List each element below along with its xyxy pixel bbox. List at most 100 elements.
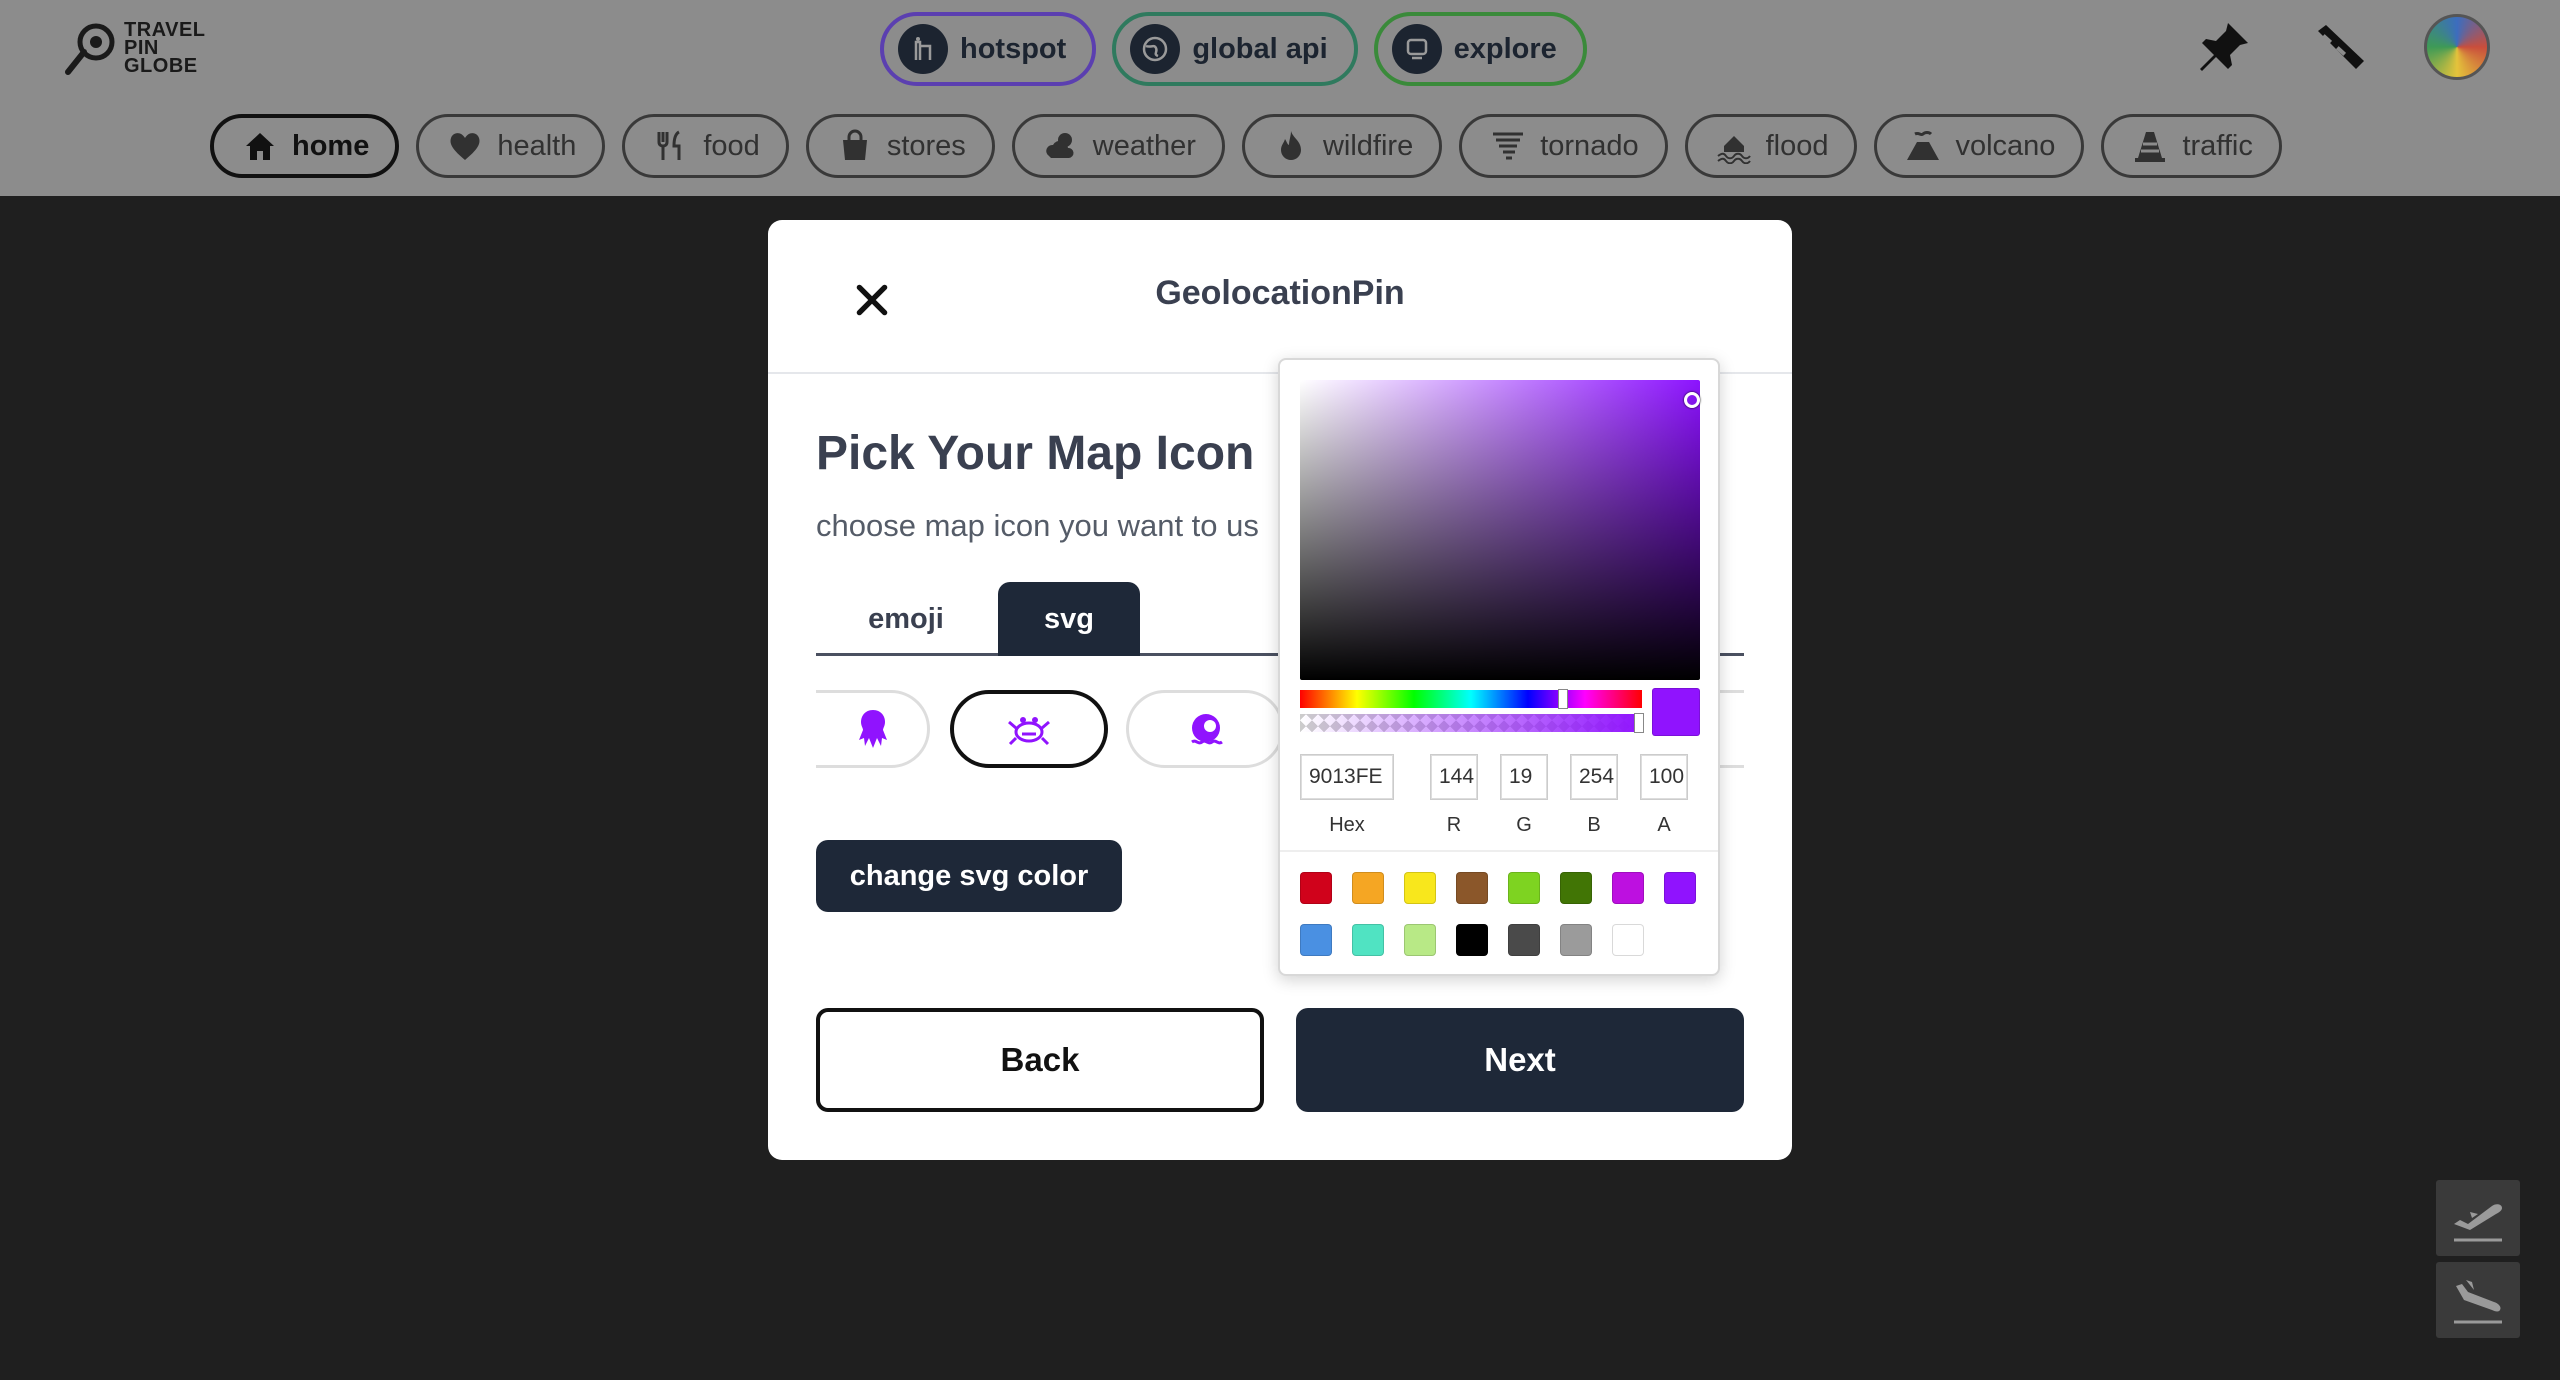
sea-creature-icon: [1191, 714, 1223, 745]
category-label: food: [703, 129, 760, 162]
explore-label: explore: [1453, 32, 1557, 65]
telescope-button[interactable]: [2308, 15, 2372, 79]
hotspot-label: hotspot: [960, 32, 1067, 65]
color-fields: 9013FE Hex 144 R 19 G 254 B 100 A: [1300, 754, 1700, 837]
b-field: 254 B: [1570, 754, 1618, 837]
saturation-handle[interactable]: [1684, 392, 1700, 408]
departure-button[interactable]: [2436, 1180, 2520, 1256]
category-label: weather: [1092, 129, 1196, 162]
telescope-icon: [2318, 25, 2364, 69]
r-field: 144 R: [1430, 754, 1478, 837]
preset-swatch[interactable]: [1508, 924, 1540, 956]
category-volcano[interactable]: volcano: [1874, 114, 2085, 178]
a-input[interactable]: 100: [1640, 754, 1688, 800]
global-api-button[interactable]: global api: [1112, 12, 1358, 86]
tab-emoji[interactable]: emoji: [816, 582, 996, 656]
change-svg-color-button[interactable]: change svg color: [816, 840, 1122, 912]
preset-swatch[interactable]: [1404, 924, 1436, 956]
volcano-icon: [1907, 131, 1940, 160]
r-input[interactable]: 144: [1430, 754, 1478, 800]
preset-swatch[interactable]: [1508, 872, 1540, 904]
category-stores[interactable]: stores: [805, 114, 995, 178]
hue-slider[interactable]: [1300, 689, 1642, 709]
svg-option-crab[interactable]: [950, 690, 1108, 768]
category-food[interactable]: food: [622, 114, 789, 178]
alpha-slider[interactable]: [1300, 713, 1644, 733]
category-label: volcano: [1955, 129, 2056, 162]
tornado-icon: [1493, 132, 1524, 160]
pin-button[interactable]: [2192, 15, 2256, 79]
category-tornado[interactable]: tornado: [1459, 114, 1668, 178]
global-api-label: global api: [1192, 32, 1328, 65]
logo-text: TRAVEL PIN GLOBE: [124, 20, 206, 77]
top-nav: hotspot global api explore: [880, 12, 1587, 86]
logo-line: GLOBE: [124, 55, 198, 77]
user-avatar[interactable]: [2424, 14, 2490, 80]
top-header: TRAVEL PIN GLOBE hotspot global api expl…: [0, 0, 2560, 196]
tab-svg[interactable]: svg: [998, 582, 1140, 656]
hex-input[interactable]: 9013FE: [1300, 754, 1394, 800]
category-label: home: [292, 129, 370, 162]
preset-swatch[interactable]: [1300, 924, 1332, 956]
saturation-area[interactable]: [1300, 380, 1700, 680]
category-wildfire[interactable]: wildfire: [1241, 114, 1443, 178]
category-health[interactable]: health: [416, 114, 606, 178]
hue-handle[interactable]: [1558, 689, 1568, 709]
fire-icon: [1280, 131, 1301, 160]
current-color-swatch: [1652, 688, 1700, 736]
preset-swatch[interactable]: [1560, 872, 1592, 904]
preset-swatch[interactable]: [1612, 924, 1644, 956]
header-actions: [2192, 14, 2490, 80]
back-button[interactable]: Back: [816, 1008, 1264, 1112]
category-label: wildfire: [1322, 129, 1414, 162]
hex-field: 9013FE Hex: [1300, 754, 1394, 837]
g-label: G: [1516, 814, 1532, 836]
category-label: stores: [886, 129, 966, 162]
a-label: A: [1657, 814, 1671, 836]
svg-option-creature[interactable]: [1126, 690, 1284, 768]
preset-swatch[interactable]: [1612, 872, 1644, 904]
octopus-icon: [859, 710, 887, 748]
g-input[interactable]: 19: [1500, 754, 1548, 800]
heart-icon: [450, 133, 480, 160]
plane-departure-icon: [2454, 1204, 2502, 1242]
preset-swatch[interactable]: [1352, 872, 1384, 904]
hotspot-icon: [898, 24, 948, 74]
svg-option-octopus[interactable]: [816, 690, 930, 768]
preset-swatch[interactable]: [1560, 924, 1592, 956]
category-home[interactable]: home: [210, 114, 400, 178]
preset-swatch[interactable]: [1352, 924, 1384, 956]
preset-swatch[interactable]: [1664, 872, 1696, 904]
picker-divider: [1280, 850, 1718, 852]
section-subtitle: choose map icon you want to us: [816, 508, 1259, 543]
preset-swatch[interactable]: [1456, 872, 1488, 904]
category-label: traffic: [2182, 129, 2253, 162]
category-traffic[interactable]: traffic: [2101, 114, 2282, 178]
modal-title: GeolocationPin: [1155, 274, 1405, 312]
color-picker: 9013FE Hex 144 R 19 G 254 B 100 A: [1278, 358, 1720, 976]
arrival-button[interactable]: [2436, 1262, 2520, 1338]
pushpin-icon: [2200, 23, 2248, 71]
category-flood[interactable]: flood: [1684, 114, 1858, 178]
pin-globe-logo-icon: [65, 23, 115, 75]
preset-swatch[interactable]: [1404, 872, 1436, 904]
next-button[interactable]: Next: [1296, 1008, 1744, 1112]
b-label: B: [1587, 814, 1601, 836]
category-weather[interactable]: weather: [1011, 114, 1225, 178]
shopping-bag-icon: [842, 129, 867, 160]
alpha-handle[interactable]: [1634, 713, 1644, 733]
preset-swatch[interactable]: [1300, 872, 1332, 904]
app-logo[interactable]: TRAVEL PIN GLOBE: [62, 20, 206, 76]
category-label: flood: [1765, 129, 1829, 162]
flood-icon: [1716, 136, 1751, 164]
section-heading: Pick Your Map Icon: [816, 427, 1255, 480]
a-field: 100 A: [1640, 754, 1688, 837]
hotspot-button[interactable]: hotspot: [880, 12, 1097, 86]
r-label: R: [1446, 814, 1462, 836]
b-input[interactable]: 254: [1570, 754, 1618, 800]
category-label: tornado: [1540, 129, 1639, 162]
cloud-sun-icon: [1046, 133, 1074, 158]
explore-button[interactable]: explore: [1373, 12, 1587, 86]
plane-arrival-icon: [2454, 1280, 2502, 1324]
preset-swatch[interactable]: [1456, 924, 1488, 956]
